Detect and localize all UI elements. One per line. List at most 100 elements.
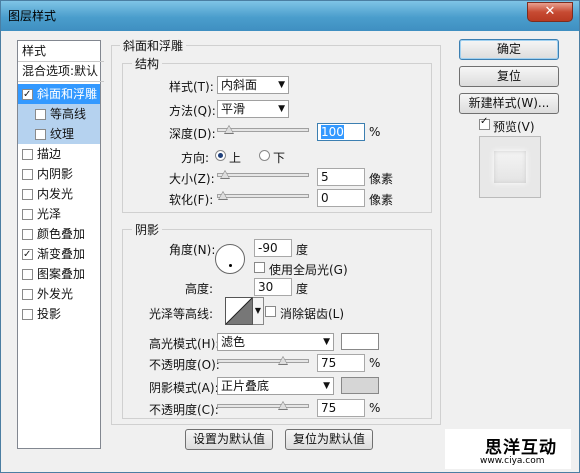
shading-title: 阴影 — [132, 221, 163, 238]
layer-style-dialog: 图层样式 ✕ 样式 混合选项:默认 斜面和浮雕等高线纹理描边内阴影内发光光泽颜色… — [0, 0, 580, 473]
style-item-9[interactable]: 图案叠加 — [18, 264, 100, 284]
global-light-label[interactable]: 使用全局光(G) — [269, 261, 348, 278]
direction-up-radio[interactable] — [215, 150, 226, 161]
style-item-label: 内阴影 — [37, 167, 74, 181]
style-item-0[interactable]: 斜面和浮雕 — [18, 84, 100, 105]
highlight-opacity-slider[interactable] — [217, 356, 309, 365]
shadow-mode-label: 阴影模式(A): — [149, 381, 219, 395]
altitude-value: 30 — [258, 280, 274, 294]
angle-input[interactable]: -90 — [254, 239, 292, 257]
style-item-4[interactable]: 内阴影 — [18, 164, 100, 184]
size-slider-thumb[interactable] — [219, 170, 230, 179]
angle-unit: 度 — [296, 243, 309, 257]
shadow-mode-select[interactable]: 正片叠底 ▼ — [217, 377, 334, 395]
style-item-checkbox[interactable] — [35, 109, 46, 120]
soften-slider[interactable] — [217, 191, 309, 200]
chevron-down-icon: ▼ — [278, 104, 285, 114]
style-item-checkbox[interactable] — [22, 229, 33, 240]
shadow-mode-value: 正片叠底 — [221, 379, 270, 393]
style-item-label: 斜面和浮雕 — [37, 87, 98, 101]
style-item-8[interactable]: 渐变叠加 — [18, 244, 100, 265]
soften-unit: 像素 — [369, 193, 394, 207]
highlight-mode-select[interactable]: 滤色 ▼ — [217, 333, 334, 351]
style-item-5[interactable]: 内发光 — [18, 184, 100, 204]
title-bar[interactable]: 图层样式 ✕ — [1, 1, 579, 31]
style-item-label: 图案叠加 — [37, 267, 86, 281]
shadow-opacity-thumb[interactable] — [278, 401, 288, 410]
size-slider[interactable] — [217, 170, 309, 179]
gloss-contour-picker[interactable] — [225, 297, 253, 325]
angle-dial[interactable] — [215, 244, 245, 274]
size-unit: 像素 — [369, 172, 394, 186]
style-preview-thumbnail — [479, 136, 541, 198]
style-label: 样式(T): — [169, 80, 214, 94]
style-item-label: 光泽 — [37, 207, 62, 221]
style-item-label: 纹理 — [50, 127, 75, 141]
antialias-checkbox[interactable] — [265, 306, 276, 317]
soften-slider-thumb[interactable] — [218, 191, 228, 200]
style-item-2[interactable]: 纹理 — [18, 124, 100, 144]
blend-options-item[interactable]: 混合选项:默认 — [18, 61, 104, 82]
soften-input[interactable]: 0 — [317, 189, 365, 207]
soften-value: 0 — [321, 191, 329, 205]
gloss-contour-dropdown[interactable]: ▼ — [253, 297, 264, 325]
style-item-checkbox[interactable] — [22, 149, 33, 160]
style-item-label: 等高线 — [50, 107, 87, 121]
highlight-opacity-input[interactable]: 75 — [317, 354, 365, 372]
reset-button[interactable]: 复位 — [459, 66, 559, 87]
make-default-button[interactable]: 设置为默认值 — [185, 429, 273, 450]
depth-slider[interactable] — [217, 125, 309, 134]
chevron-down-icon: ▼ — [323, 381, 330, 391]
direction-up-label[interactable]: 上 — [229, 149, 241, 166]
shadow-opacity-slider[interactable] — [217, 401, 309, 410]
style-item-checkbox[interactable] — [22, 245, 33, 265]
depth-value: 100 — [321, 125, 344, 139]
highlight-opacity-thumb[interactable] — [278, 356, 288, 365]
style-item-checkbox[interactable] — [22, 269, 33, 280]
chevron-down-icon: ▼ — [278, 80, 285, 90]
style-item-7[interactable]: 颜色叠加 — [18, 224, 100, 244]
depth-input[interactable]: 100 — [317, 123, 365, 141]
highlight-mode-label: 高光模式(H): — [149, 337, 220, 351]
ok-button[interactable]: 确定 — [459, 39, 559, 60]
style-item-6[interactable]: 光泽 — [18, 204, 100, 224]
global-light-checkbox[interactable] — [254, 262, 265, 273]
direction-down-label[interactable]: 下 — [273, 149, 285, 166]
highlight-opacity-value: 75 — [321, 356, 337, 370]
preview-checkbox[interactable] — [479, 116, 490, 130]
style-item-checkbox[interactable] — [35, 129, 46, 140]
shadow-opacity-value: 75 — [321, 401, 337, 415]
antialias-label[interactable]: 消除锯齿(L) — [280, 305, 344, 322]
depth-slider-thumb[interactable] — [224, 125, 235, 134]
shadow-opacity-input[interactable]: 75 — [317, 399, 365, 417]
style-item-checkbox[interactable] — [22, 169, 33, 180]
direction-label: 方向: — [181, 151, 210, 165]
style-item-checkbox[interactable] — [22, 189, 33, 200]
direction-down-radio[interactable] — [259, 150, 270, 161]
highlight-mode-value: 滤色 — [221, 335, 246, 349]
technique-select[interactable]: 平滑 ▼ — [217, 100, 289, 118]
styles-header[interactable]: 样式 — [18, 41, 104, 62]
style-select[interactable]: 内斜面 ▼ — [217, 76, 289, 94]
style-item-checkbox[interactable] — [22, 289, 33, 300]
preview-label[interactable]: 预览(V) — [493, 118, 535, 135]
reset-default-button[interactable]: 复位为默认值 — [285, 429, 373, 450]
close-button[interactable]: ✕ — [527, 2, 573, 22]
style-item-10[interactable]: 外发光 — [18, 284, 100, 304]
shadow-color-swatch[interactable] — [341, 377, 379, 394]
size-input[interactable]: 5 — [317, 168, 365, 186]
style-item-checkbox[interactable] — [22, 209, 33, 220]
style-item-label: 描边 — [37, 147, 62, 161]
new-style-button[interactable]: 新建样式(W)... — [459, 93, 559, 114]
style-item-checkbox[interactable] — [22, 309, 33, 320]
highlight-color-swatch[interactable] — [341, 333, 379, 350]
style-item-1[interactable]: 等高线 — [18, 104, 100, 124]
style-item-3[interactable]: 描边 — [18, 144, 100, 164]
altitude-input[interactable]: 30 — [254, 278, 292, 296]
depth-label: 深度(D): — [169, 127, 216, 141]
technique-label: 方法(Q): — [169, 104, 216, 118]
technique-select-value: 平滑 — [221, 102, 246, 116]
style-item-checkbox[interactable] — [22, 85, 33, 105]
angle-value: -90 — [258, 241, 278, 255]
style-item-11[interactable]: 投影 — [18, 304, 100, 324]
